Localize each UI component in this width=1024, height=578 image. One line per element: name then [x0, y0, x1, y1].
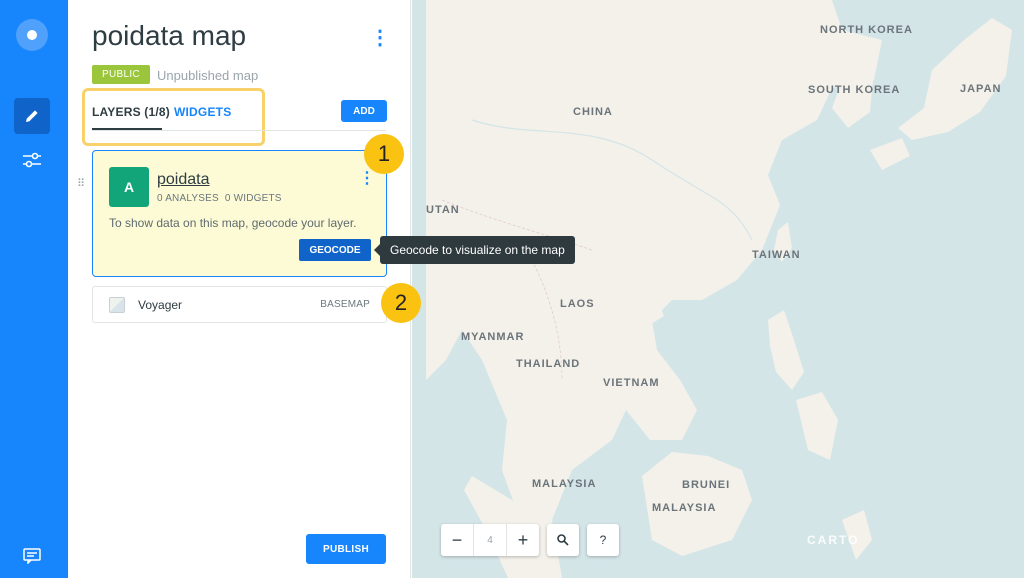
tab-layers[interactable]: LAYERS (1/8): [92, 105, 170, 119]
basemap-land-shapes: [426, 0, 1012, 578]
layer-avatar: A: [109, 167, 149, 207]
layer-name-link[interactable]: poidata: [157, 171, 210, 189]
map-label-laos: LAOS: [560, 298, 595, 310]
editor-panel: poidata map ⋮ PUBLIC Unpublished map LAY…: [68, 0, 411, 578]
publish-state-text: Unpublished map: [157, 68, 259, 83]
basemap-row[interactable]: Voyager BASEMAP: [92, 286, 387, 323]
geocode-tooltip: Geocode to visualize on the map: [374, 236, 575, 264]
help-button[interactable]: ?: [587, 524, 619, 556]
publish-button[interactable]: PUBLISH: [306, 534, 386, 564]
layer-analyses-count: 0 ANALYSES: [157, 193, 219, 204]
more-vertical-icon[interactable]: ⋮: [370, 28, 390, 48]
layer-menu-icon[interactable]: ⋮: [359, 171, 375, 187]
drag-handle-icon[interactable]: ⠿: [77, 179, 85, 190]
basemap-type-label: BASEMAP: [320, 299, 370, 310]
map-label-myanmar: MYANMAR: [461, 331, 525, 343]
zoom-in-button[interactable]: +: [507, 524, 539, 556]
map-label-thailand: THAILAND: [516, 358, 581, 370]
map-label-malaysia-west: MALAYSIA: [532, 478, 597, 490]
layer-meta: 0 ANALYSES 0 WIDGETS: [157, 193, 282, 204]
carto-logo-icon[interactable]: [16, 19, 48, 51]
feedback-chat-icon[interactable]: [21, 545, 43, 567]
map-label-utan: UTAN: [426, 204, 460, 216]
search-icon[interactable]: [547, 524, 579, 556]
basemap-name: Voyager: [138, 298, 183, 312]
map-label-vietnam: VIETNAM: [603, 377, 660, 389]
tab-widgets[interactable]: WIDGETS: [174, 105, 231, 119]
tabs-divider: [92, 130, 386, 131]
app: poidata map ⋮ PUBLIC Unpublished map LAY…: [0, 0, 1024, 578]
edit-pencil-icon[interactable]: [14, 98, 50, 134]
callout-badge-2: 2: [381, 283, 421, 323]
basemap-thumbnail: [109, 297, 125, 313]
map-label-malaysia-east: MALAYSIA: [652, 502, 717, 514]
zoom-out-button[interactable]: −: [441, 524, 473, 556]
geocode-button[interactable]: GEOCODE: [299, 239, 371, 261]
map-label-north-korea: NORTH KOREA: [820, 24, 913, 36]
layer-widgets-count: 0 WIDGETS: [224, 193, 282, 204]
callout-badge-1: 1: [364, 134, 404, 174]
map-label-taiwan: TAIWAN: [752, 249, 801, 261]
add-layer-button[interactable]: ADD: [341, 100, 387, 122]
layer-card[interactable]: A poidata 0 ANALYSES 0 WIDGETS ⋮ To show …: [92, 150, 387, 277]
page-title[interactable]: poidata map: [92, 20, 246, 52]
geocode-message: To show data on this map, geocode your l…: [109, 216, 357, 230]
map-label-japan: JAPAN: [960, 83, 1002, 95]
map-label-south-korea: SOUTH KOREA: [808, 84, 901, 96]
zoom-level: 4: [473, 524, 507, 556]
zoom-control: − 4 +: [441, 524, 539, 556]
privacy-badge[interactable]: PUBLIC: [92, 65, 150, 84]
sidebar-rail: [0, 0, 68, 578]
map-label-brunei: BRUNEI: [682, 479, 731, 491]
carto-attribution[interactable]: CARTO: [807, 533, 859, 547]
sliders-settings-icon[interactable]: [20, 148, 44, 172]
map-canvas[interactable]: NORTH KOREA SOUTH KOREA JAPAN CHINA UTAN…: [412, 0, 1024, 578]
map-label-china: CHINA: [573, 106, 613, 118]
